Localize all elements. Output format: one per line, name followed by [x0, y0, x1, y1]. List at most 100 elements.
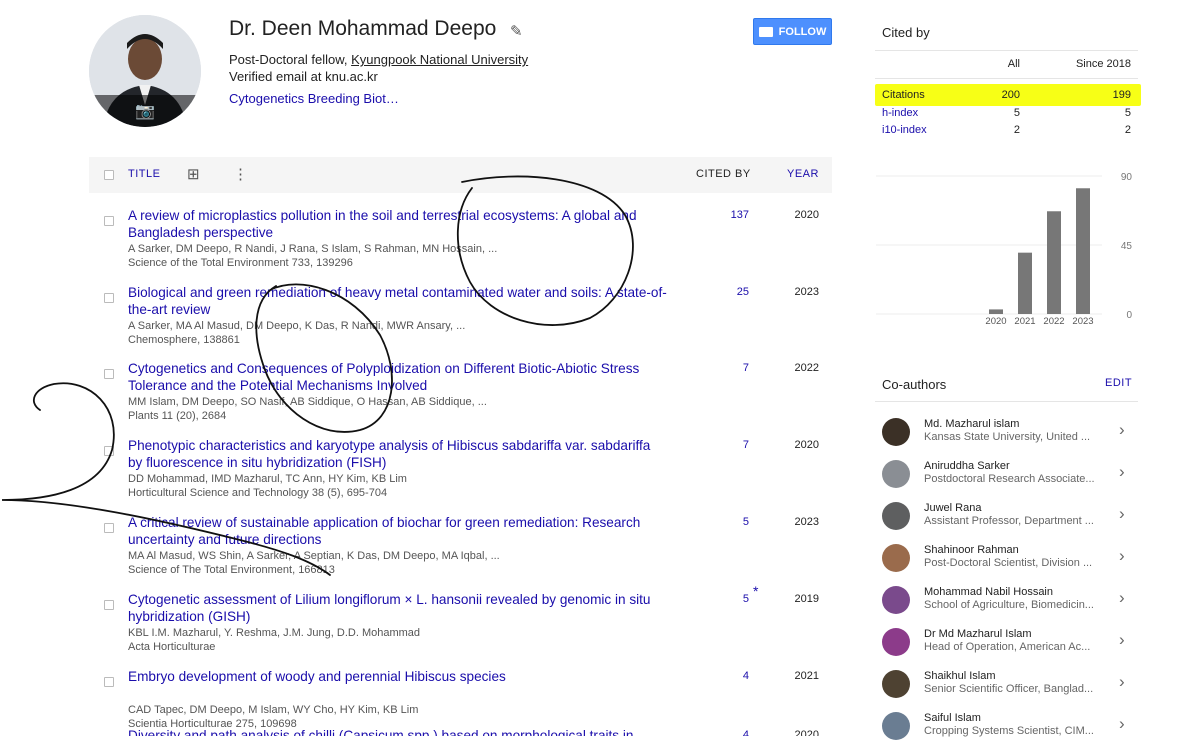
i10-index-all: 2: [1013, 124, 1020, 136]
citations-label: Citations: [882, 89, 925, 101]
article-venue: Chemosphere, 138861: [128, 334, 240, 346]
coauthor-item[interactable]: Saiful Islam Cropping Systems Scientist, …: [875, 712, 1138, 754]
h-index-since: 5: [1124, 107, 1131, 119]
article-year: 2023: [794, 286, 819, 298]
chart-bar[interactable]: [1076, 188, 1090, 314]
article-cited-by[interactable]: 137: [709, 209, 749, 221]
article-title[interactable]: Cytogenetics and Consequences of Polyplo…: [128, 360, 668, 394]
article-cited-by[interactable]: 5: [709, 593, 749, 605]
coauthor-item[interactable]: Shaikhul Islam Senior Scientific Officer,…: [875, 670, 1138, 712]
profile-name: Dr. Deen Mohammad Deepo: [229, 17, 497, 40]
article-checkbox[interactable]: [104, 369, 114, 379]
merged-article-star[interactable]: *: [753, 583, 758, 599]
sort-by-cited[interactable]: CITED BY: [696, 168, 751, 180]
chart-bar[interactable]: [1018, 252, 1032, 314]
divider: [875, 78, 1138, 79]
profile-photo[interactable]: 📷: [89, 15, 201, 127]
article-row: Cytogenetic assessment of Lilium longifl…: [89, 583, 832, 668]
sort-by-year[interactable]: YEAR: [787, 168, 819, 180]
article-venue: Acta Horticulturae: [128, 641, 216, 653]
more-options-icon[interactable]: ⋮: [233, 165, 248, 183]
select-all-checkbox[interactable]: [104, 170, 114, 180]
coauthor-affiliation: Kansas State University, United ...: [924, 431, 1091, 443]
article-venue: Horticultural Science and Technology 38 …: [128, 487, 388, 499]
camera-icon[interactable]: 📷: [89, 95, 201, 127]
coauthor-affiliation: School of Agriculture, Biomedicin...: [924, 599, 1094, 611]
article-cited-by[interactable]: 25: [709, 286, 749, 298]
coauthor-affiliation: Postdoctoral Research Associate...: [924, 473, 1095, 485]
divider: [875, 401, 1138, 402]
coauthor-item[interactable]: Dr Md Mazharul Islam Head of Operation, A…: [875, 628, 1138, 670]
avatar: [882, 418, 910, 446]
profile-affiliation: Post-Doctoral fellow, Kyungpook National…: [229, 52, 528, 67]
article-year: 2023: [794, 516, 819, 528]
chart-bar[interactable]: [989, 309, 1003, 314]
article-cited-by[interactable]: 7: [709, 439, 749, 451]
article-title[interactable]: A critical review of sustainable applica…: [128, 514, 668, 548]
coauthor-item[interactable]: Shahinoor Rahman Post-Doctoral Scientist,…: [875, 544, 1138, 586]
h-index-label[interactable]: h-index: [882, 107, 918, 119]
pencil-icon[interactable]: ✎: [510, 22, 523, 40]
coauthor-affiliation: Head of Operation, American Ac...: [924, 641, 1091, 653]
article-cited-by[interactable]: 5: [709, 516, 749, 528]
article-title[interactable]: Diversity and path analysis of chilli (C…: [128, 727, 668, 736]
verified-email: Verified email at knu.ac.kr: [229, 69, 378, 84]
article-checkbox[interactable]: [104, 677, 114, 687]
avatar: [882, 670, 910, 698]
chevron-right-icon: ›: [1119, 462, 1125, 481]
article-cited-by[interactable]: 4: [709, 670, 749, 682]
col-since: Since 2018: [1075, 58, 1131, 70]
article-cited-by[interactable]: 7: [709, 362, 749, 374]
coauthor-item[interactable]: Md. Mazharul islam Kansas State Universit…: [875, 418, 1138, 460]
follow-button[interactable]: FOLLOW: [753, 18, 832, 45]
coauthor-name: Shahinoor Rahman: [924, 544, 1019, 556]
i10-index-since: 2: [1124, 124, 1131, 136]
chevron-right-icon: ›: [1119, 420, 1125, 439]
chart-xtick-label: 2020: [985, 316, 1006, 327]
article-checkbox[interactable]: [104, 216, 114, 226]
article-checkbox[interactable]: [104, 446, 114, 456]
edit-coauthors-button[interactable]: EDIT: [1105, 377, 1132, 389]
coauthor-item[interactable]: Mohammad Nabil Hossain School of Agricult…: [875, 586, 1138, 628]
coauthor-affiliation: Cropping Systems Scientist, CIM...: [924, 725, 1094, 737]
citations-all: 200: [1001, 89, 1020, 101]
article-checkbox[interactable]: [104, 293, 114, 303]
avatar: [882, 544, 910, 572]
divider: [875, 50, 1138, 51]
article-authors: MA Al Masud, WS Shin, A Sarker, A Septia…: [128, 550, 500, 562]
h-index-all: 5: [1013, 107, 1020, 119]
article-year: 2020: [794, 209, 819, 221]
sort-by-title[interactable]: TITLE: [128, 168, 160, 180]
coauthor-item[interactable]: Aniruddha Sarker Postdoctoral Research As…: [875, 460, 1138, 502]
article-checkbox[interactable]: [104, 600, 114, 610]
research-interests-link[interactable]: Cytogenetics Breeding Biot…: [229, 91, 399, 106]
article-title[interactable]: A review of microplastics pollution in t…: [128, 207, 668, 241]
i10-index-label[interactable]: i10-index: [882, 124, 927, 136]
article-year: 2020: [794, 439, 819, 451]
citations-since: 199: [1112, 89, 1131, 101]
coauthor-name: Md. Mazharul islam: [924, 418, 1020, 430]
cited-by-heading: Cited by: [882, 25, 930, 40]
article-row: Diversity and path analysis of chilli (C…: [89, 727, 832, 736]
article-venue: Science of The Total Environment, 166813: [128, 564, 335, 576]
envelope-icon: [758, 26, 773, 37]
chevron-right-icon: ›: [1119, 630, 1125, 649]
article-row: Biological and green remediation of heav…: [89, 284, 832, 361]
article-row: A critical review of sustainable applica…: [89, 514, 832, 591]
chart-ytick-label: 0: [1126, 310, 1132, 321]
add-article-icon[interactable]: ⊞: [187, 165, 200, 183]
chevron-right-icon: ›: [1119, 504, 1125, 523]
chart-ytick-label: 45: [1121, 241, 1133, 252]
citations-per-year-chart: 0 45 90 2020 2021 2022 2023: [876, 172, 1133, 327]
coauthor-name: Saiful Islam: [924, 712, 981, 724]
article-title[interactable]: Phenotypic characteristics and karyotype…: [128, 437, 668, 471]
article-authors: MM Islam, DM Deepo, SO Nasif, AB Siddiqu…: [128, 396, 487, 408]
article-title[interactable]: Biological and green remediation of heav…: [128, 284, 668, 318]
article-checkbox[interactable]: [104, 523, 114, 533]
coauthor-item[interactable]: Juwel Rana Assistant Professor, Departmen…: [875, 502, 1138, 544]
chart-bar[interactable]: [1047, 211, 1061, 314]
article-title[interactable]: Cytogenetic assessment of Lilium longifl…: [128, 591, 668, 625]
article-cited-by[interactable]: 4: [709, 729, 749, 736]
article-title[interactable]: Embryo development of woody and perennia…: [128, 668, 668, 685]
institution-link[interactable]: Kyungpook National University: [351, 52, 528, 67]
